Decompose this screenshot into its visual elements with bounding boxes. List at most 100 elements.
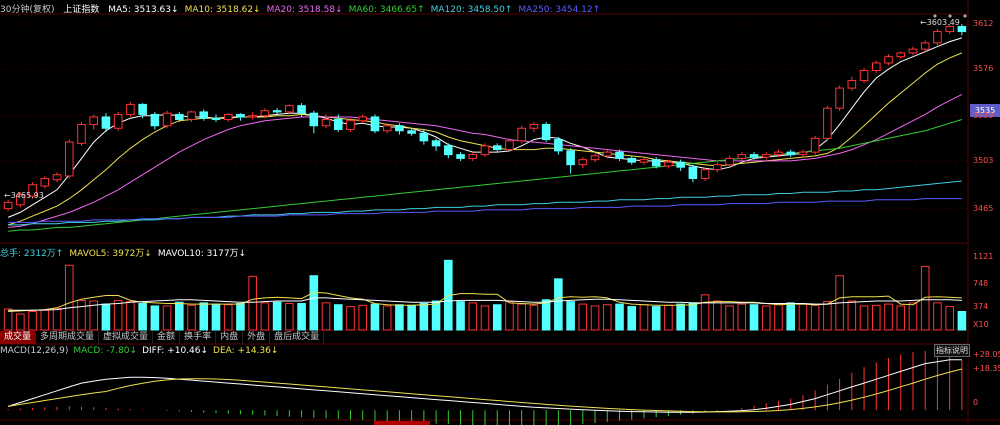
tab-1[interactable]: 多周期成交量 (36, 331, 100, 344)
tab-7[interactable]: 盘后成交量 (270, 331, 325, 344)
candle-body (187, 111, 196, 120)
volume-bar (725, 305, 734, 331)
candle-body (162, 112, 172, 127)
volume-bar (541, 299, 551, 331)
tab-6[interactable]: 外盘 (243, 331, 271, 344)
volume-bar (187, 304, 196, 331)
volume-bar (627, 306, 637, 331)
volume-bar (382, 305, 392, 331)
volume-bar (468, 302, 478, 331)
candle-body (590, 155, 600, 161)
volume-axis-label: 748 (973, 279, 989, 288)
candle-body (77, 123, 86, 144)
volume-bar (590, 305, 600, 331)
tab-4[interactable]: 换手率 (180, 331, 217, 344)
volume-bar (945, 306, 954, 331)
candle-body (333, 118, 343, 131)
candle-body (126, 103, 135, 115)
volume-bar (786, 302, 795, 331)
low-arrow-icon: ← (4, 191, 11, 200)
volume-bar (859, 305, 869, 331)
macd-axis-label: 0 (973, 398, 979, 407)
candle-body (761, 154, 771, 158)
volume-bar (566, 301, 575, 331)
volume-bar (920, 265, 930, 331)
macd-diff-line (7, 359, 962, 413)
candle-body (505, 140, 514, 151)
volume-bar (884, 303, 893, 331)
volume-bar (333, 304, 343, 331)
volume-bar (285, 302, 294, 331)
macd-legend-item: MACD: -7.80↓ (73, 346, 138, 356)
tab-2[interactable]: 虚拟成交量 (99, 331, 154, 344)
volume-axis-label: 1121 (973, 252, 994, 261)
candle-body (639, 159, 649, 163)
candle-body (517, 127, 526, 142)
candle-body (40, 177, 50, 187)
ma-line-ma5 (7, 37, 963, 218)
volume-bar (101, 303, 111, 331)
tab-5[interactable]: 内盘 (216, 331, 244, 344)
volume-bar (664, 304, 673, 331)
price-axis-label: 3612 (973, 19, 994, 29)
volume-bar (162, 305, 172, 331)
indicator-help-button[interactable]: 指标说明 (934, 344, 970, 357)
candle-body (456, 154, 465, 159)
candle-body (554, 139, 563, 152)
volume-bar (492, 304, 502, 331)
macd-axis-label: +28.05 (973, 350, 1000, 359)
high-annotation: ←3603.49 (920, 18, 960, 27)
volume-bar (480, 305, 490, 331)
chart-canvas[interactable] (0, 0, 1000, 425)
volume-bar (847, 300, 857, 331)
volume-bar (529, 304, 539, 331)
candle-body (285, 105, 294, 113)
candle-body (933, 31, 942, 44)
candle-body (774, 151, 783, 156)
candle-body (700, 169, 710, 179)
candle-body (89, 116, 98, 125)
candle-body (358, 116, 368, 122)
volume-bar (236, 302, 245, 331)
candle-body (260, 110, 270, 117)
candle-body (101, 116, 111, 129)
volume-bar (517, 303, 526, 331)
candle-body (957, 26, 967, 33)
candle-body (823, 107, 832, 139)
volume-bar (933, 302, 942, 331)
candle-body (872, 62, 881, 72)
high-value: 3603.49 (926, 18, 960, 27)
volume-bar (578, 303, 588, 331)
candle-body (370, 116, 380, 132)
ma-line-ma60 (8, 119, 963, 232)
tab-3[interactable]: 金额 (153, 331, 181, 344)
candle-body (529, 123, 539, 129)
candle-body (223, 113, 233, 120)
candle-body (248, 115, 257, 118)
candle-body (382, 125, 392, 132)
volume-bar (810, 304, 820, 331)
volume-bar (615, 303, 624, 331)
volume-bar (52, 307, 62, 331)
price-axis-label: 3465 (973, 203, 994, 213)
event-marker-icon (963, 14, 967, 18)
candle-body (602, 151, 612, 157)
volume-bar (199, 302, 209, 331)
candle-body (664, 161, 673, 167)
candle-body (578, 159, 588, 166)
volume-bar (64, 264, 74, 331)
candle-body (676, 161, 685, 168)
volume-bar (77, 299, 86, 331)
volume-bar (639, 304, 649, 331)
tab-0[interactable]: 成交量 (0, 331, 37, 344)
candle-body (541, 123, 551, 141)
candle-body (444, 145, 453, 156)
candle-body (309, 112, 319, 127)
volume-bar (957, 311, 967, 331)
candle-body (688, 166, 698, 179)
time-scrollbar-thumb[interactable] (374, 421, 430, 425)
volume-bar (138, 302, 147, 331)
candle-body (297, 105, 306, 114)
candle-body (480, 145, 490, 156)
candle-body (395, 125, 404, 132)
